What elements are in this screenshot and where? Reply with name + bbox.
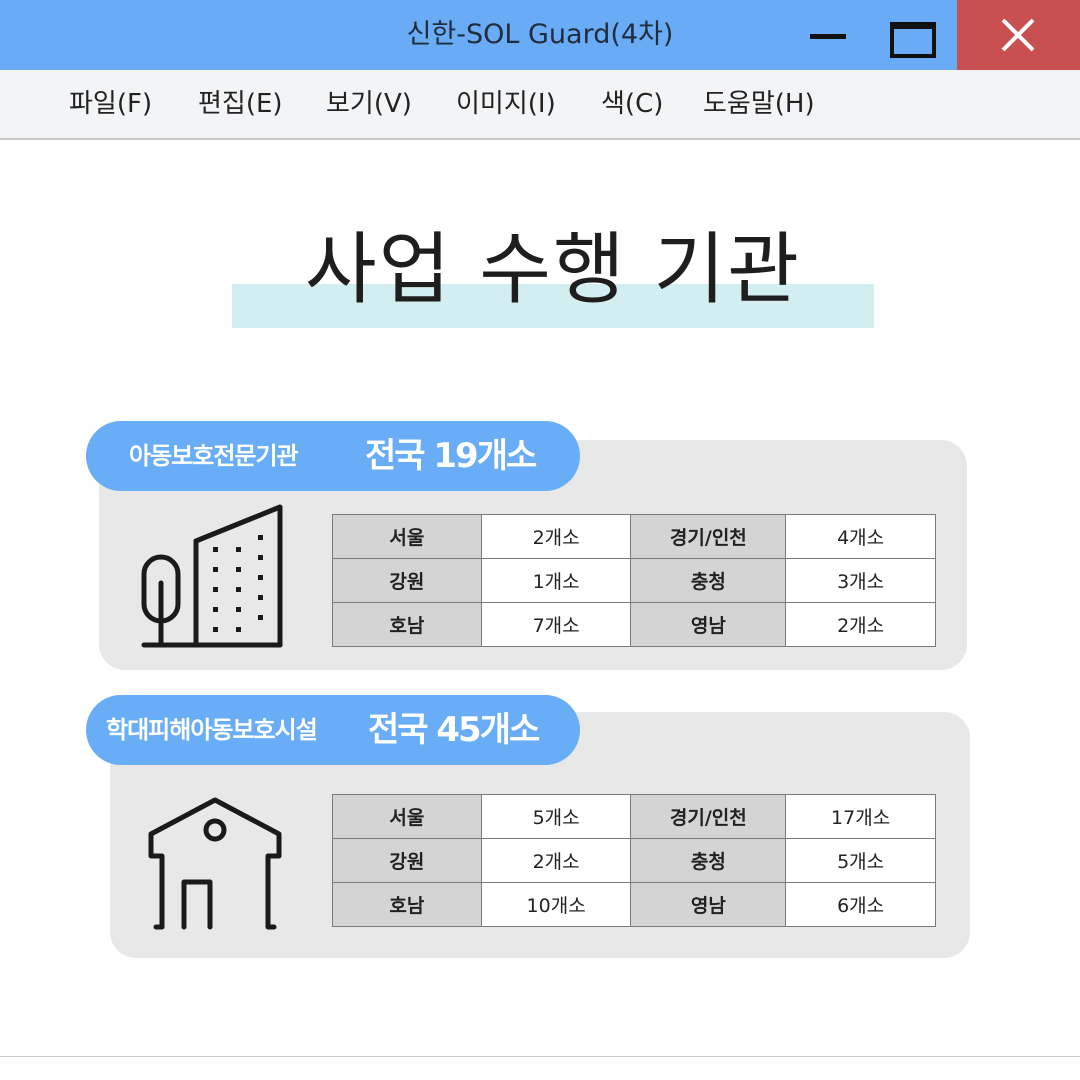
table-row: 강원 2개소 충청 5개소 bbox=[332, 838, 936, 883]
region-count: 5개소 bbox=[785, 838, 936, 883]
heading-block: 사업 수행 기관 bbox=[232, 210, 874, 330]
maximize-button[interactable] bbox=[870, 0, 956, 70]
house-icon bbox=[148, 797, 282, 930]
menu-help[interactable]: 도움말(H) bbox=[703, 70, 815, 138]
region-name: 호남 bbox=[332, 602, 482, 647]
page-title: 사업 수행 기관 bbox=[304, 225, 802, 315]
region-count: 5개소 bbox=[480, 794, 632, 839]
region-count: 2개소 bbox=[785, 602, 936, 647]
region-name: 경기/인천 bbox=[630, 794, 787, 839]
region-name: 강원 bbox=[332, 558, 482, 603]
maximize-icon bbox=[890, 22, 936, 58]
region-name: 강원 bbox=[332, 838, 482, 883]
region-name: 서울 bbox=[332, 794, 482, 839]
region-count: 6개소 bbox=[785, 882, 936, 927]
region-count: 7개소 bbox=[480, 602, 632, 647]
table-row: 호남 7개소 영남 2개소 bbox=[332, 602, 936, 647]
region-count: 2개소 bbox=[480, 514, 632, 559]
section-label-pill: 학대피해아동보호시설 전국 45개소 bbox=[86, 695, 580, 765]
table-row: 호남 10개소 영남 6개소 bbox=[332, 882, 936, 927]
region-count: 2개소 bbox=[480, 838, 632, 883]
region-name: 서울 bbox=[332, 514, 482, 559]
section-name: 아동보호전문기관 bbox=[129, 442, 299, 470]
menu-image[interactable]: 이미지(I) bbox=[456, 70, 556, 138]
menu-view[interactable]: 보기(V) bbox=[326, 70, 412, 138]
region-name: 호남 bbox=[332, 882, 482, 927]
menu-color[interactable]: 색(C) bbox=[601, 70, 663, 138]
minimize-button[interactable] bbox=[786, 0, 870, 70]
region-count: 4개소 bbox=[785, 514, 936, 559]
minimize-icon bbox=[810, 34, 846, 39]
close-button[interactable] bbox=[957, 0, 1080, 70]
close-icon bbox=[1001, 18, 1035, 52]
menu-bar: 파일(F) 편집(E) 보기(V) 이미지(I) 색(C) 도움말(H) bbox=[0, 70, 1080, 140]
region-table-shelter: 서울 5개소 경기/인천 17개소 강원 2개소 충청 5개소 호남 10개소 … bbox=[332, 794, 936, 927]
table-row: 서울 5개소 경기/인천 17개소 bbox=[332, 794, 936, 839]
section-count: 전국 45개소 bbox=[368, 710, 540, 750]
table-row: 서울 2개소 경기/인천 4개소 bbox=[332, 514, 936, 559]
section-count: 전국 19개소 bbox=[365, 436, 537, 476]
region-name: 충청 bbox=[630, 838, 787, 883]
region-count: 1개소 bbox=[480, 558, 632, 603]
title-bar: 신한-SOL Guard(4차) bbox=[0, 0, 1080, 70]
region-name: 영남 bbox=[630, 882, 787, 927]
region-name: 경기/인천 bbox=[630, 514, 787, 559]
building-icon bbox=[141, 504, 283, 648]
table-row: 강원 1개소 충청 3개소 bbox=[332, 558, 936, 603]
bottom-divider bbox=[0, 1056, 1080, 1057]
region-count: 17개소 bbox=[785, 794, 936, 839]
region-name: 영남 bbox=[630, 602, 787, 647]
region-count: 10개소 bbox=[480, 882, 632, 927]
section-name: 학대피해아동보호시설 bbox=[106, 716, 318, 744]
menu-file[interactable]: 파일(F) bbox=[69, 70, 152, 138]
region-table-child-protection: 서울 2개소 경기/인천 4개소 강원 1개소 충청 3개소 호남 7개소 영남… bbox=[332, 514, 936, 647]
region-count: 3개소 bbox=[785, 558, 936, 603]
section-label-pill: 아동보호전문기관 전국 19개소 bbox=[86, 421, 580, 491]
menu-edit[interactable]: 편집(E) bbox=[198, 70, 283, 138]
region-name: 충청 bbox=[630, 558, 787, 603]
